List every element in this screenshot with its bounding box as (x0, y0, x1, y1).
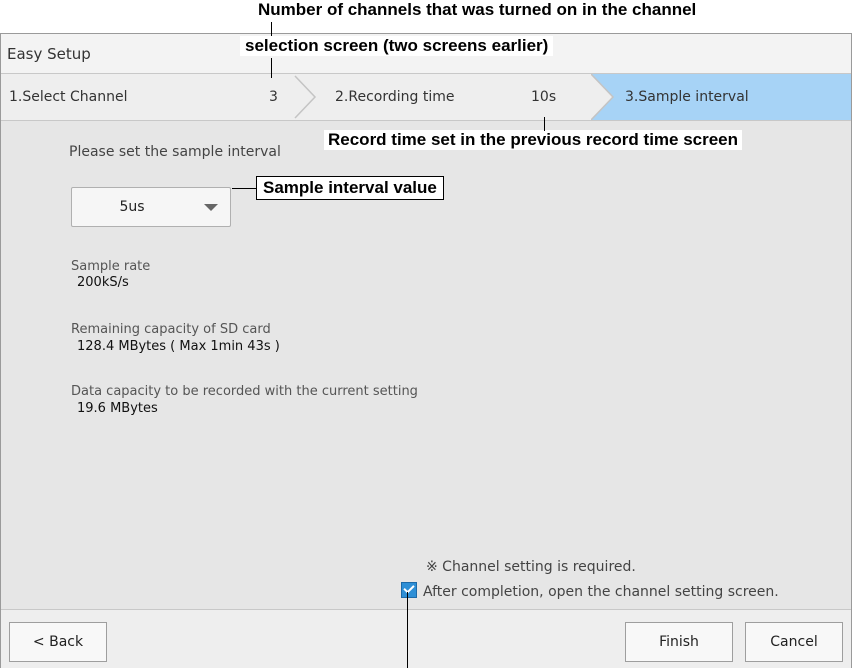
sample-interval-value: 5us (119, 199, 145, 215)
back-button[interactable]: < Back (9, 622, 107, 662)
finish-button[interactable]: Finish (625, 622, 733, 662)
step-3-label: 3.Sample interval (625, 89, 749, 105)
annotation-channel-count-line1: Number of channels that was turned on in… (258, 0, 697, 19)
step-1-label: 1.Select Channel (9, 89, 128, 105)
leader-line-checkbox (407, 592, 408, 668)
easy-setup-window: Easy Setup 1.Select Channel 3 2.Recordin… (0, 33, 852, 668)
data-capacity-value: 19.6 MBytes (77, 401, 158, 416)
sample-rate-label: Sample rate (71, 259, 151, 274)
annotation-record-time: Record time set in the previous record t… (324, 130, 743, 150)
sample-rate-value: 200kS/s (77, 275, 129, 290)
leader-line-channel-count (271, 22, 272, 36)
open-channel-setting-label: After completion, open the channel setti… (423, 584, 779, 600)
footer-bar: < Back Finish Cancel (1, 609, 851, 668)
open-channel-setting-option[interactable]: After completion, open the channel setti… (401, 582, 779, 600)
sample-interval-select[interactable]: 5us (71, 187, 231, 227)
sd-capacity-label: Remaining capacity of SD card (71, 322, 271, 337)
data-capacity-label: Data capacity to be recorded with the cu… (71, 384, 418, 399)
annotation-sample-interval: Sample interval value (256, 176, 444, 200)
checkbox-checked-icon[interactable] (401, 582, 417, 598)
cancel-button[interactable]: Cancel (745, 622, 843, 662)
annotation-channel-count-line2: selection screen (two screens earlier) (240, 36, 554, 56)
prompt-text: Please set the sample interval (69, 144, 281, 160)
step-1-value: 3 (269, 89, 278, 105)
leader-line-record-time (544, 117, 545, 131)
channel-setting-note: ※ Channel setting is required. (426, 559, 636, 575)
step-separator-1 (294, 75, 317, 119)
chevron-down-icon (204, 204, 218, 211)
step-indicator: 1.Select Channel 3 2.Recording time 10s … (1, 74, 851, 121)
step-3-active: 3.Sample interval (591, 74, 851, 120)
leader-line-channel-count-lower (271, 58, 272, 78)
sd-capacity-value: 128.4 MBytes ( Max 1min 43s ) (77, 339, 280, 354)
leader-line-sample-interval (232, 188, 256, 189)
step-2-value: 10s (531, 89, 557, 105)
step-2-label: 2.Recording time (335, 89, 455, 105)
